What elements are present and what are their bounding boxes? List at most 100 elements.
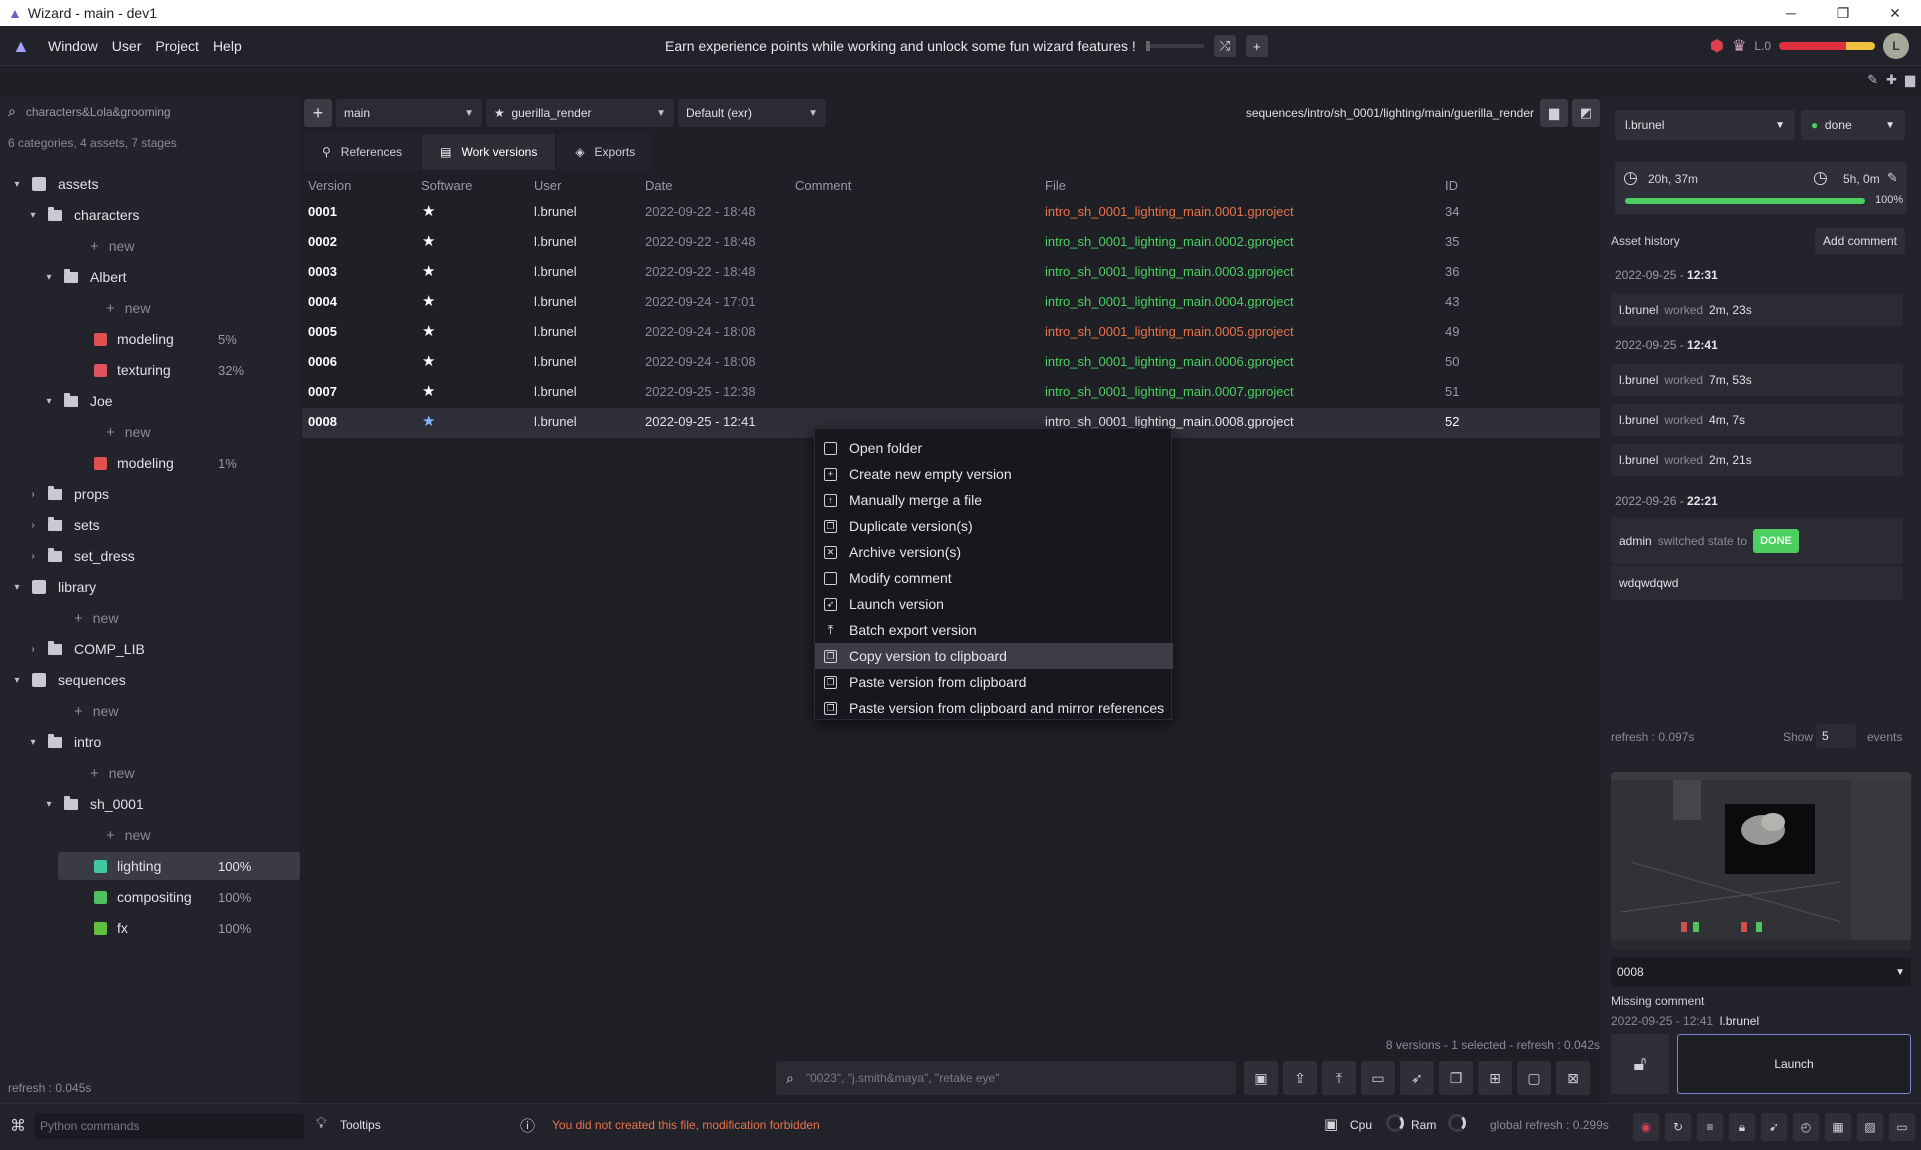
timer-icon[interactable]: ◴	[1793, 1113, 1819, 1141]
assigned-user-select[interactable]: l.brunel ▼	[1615, 110, 1795, 140]
tree-item-new[interactable]: + new	[26, 604, 300, 632]
xp-slider[interactable]	[1145, 41, 1204, 51]
ctx-item-batch-export-version[interactable]: ⤒ Batch export version	[815, 617, 1173, 643]
ctx-item-paste-version-from-clipboard-and-mirror-references[interactable]: ❐ Paste version from clipboard and mirror…	[815, 695, 1173, 721]
image-icon[interactable]: ▨	[1857, 1113, 1883, 1141]
col-id[interactable]: ID	[1445, 178, 1458, 193]
tooltips-toggle[interactable]: Tooltips	[340, 1118, 381, 1132]
ctx-item-open-folder[interactable]: Open folder	[815, 435, 1173, 461]
open-folder-button[interactable]: ▆	[1540, 99, 1568, 127]
menu-project[interactable]: Project	[155, 38, 199, 54]
thumbnail-button[interactable]: ▣	[1244, 1061, 1278, 1095]
batch-export-button[interactable]: ⤒	[1322, 1061, 1356, 1095]
chevron-right-icon[interactable]: ›	[26, 551, 40, 562]
tree-item-sh-0001[interactable]: ▾ sh_0001	[42, 790, 300, 818]
rss-icon[interactable]: ◉	[1633, 1113, 1659, 1141]
tree-item-new[interactable]: + new	[42, 759, 300, 787]
minimize-button[interactable]: ─	[1765, 0, 1817, 26]
table-row[interactable]: 0006 ★ l.brunel 2022-09-24 - 18:08 intro_sh_…	[302, 348, 1600, 378]
chevron-down-icon[interactable]: ▾	[42, 272, 56, 283]
col-file[interactable]: File	[1045, 178, 1066, 193]
tab-references[interactable]: ⚲ References	[304, 134, 421, 170]
tree-item-comp-lib[interactable]: › COMP_LIB	[26, 635, 300, 663]
ctx-item-create-new-empty-version[interactable]: + Create new empty version	[815, 461, 1173, 487]
ctx-item-copy-version-to-clipboard[interactable]: ❐ Copy version to clipboard	[815, 643, 1173, 669]
tab-work-versions[interactable]: ▤ Work versions	[422, 134, 556, 170]
show-count-input[interactable]: 5	[1816, 724, 1856, 748]
table-row[interactable]: 0004 ★ l.brunel 2022-09-24 - 17:01 intro_sh_…	[302, 288, 1600, 318]
chevron-down-icon[interactable]: ▾	[10, 582, 24, 593]
variant-select[interactable]: main ▼	[336, 99, 482, 127]
archive-button[interactable]: ⊠	[1556, 1061, 1590, 1095]
table-row[interactable]: 0005 ★ l.brunel 2022-09-24 - 18:08 intro_sh_…	[302, 318, 1600, 348]
toggle-view-button[interactable]: ◩	[1572, 99, 1600, 127]
refresh-icon[interactable]: ↻	[1665, 1113, 1691, 1141]
col-date[interactable]: Date	[645, 178, 672, 193]
export-format-select[interactable]: Default (exr) ▼	[678, 99, 826, 127]
tree-item-fx[interactable]: fx 100%	[58, 914, 300, 942]
ctx-item-duplicate-version-s[interactable]: ❐ Duplicate version(s)	[815, 513, 1173, 539]
tree-item-new[interactable]: + new	[58, 418, 300, 446]
tree-item-compositing[interactable]: compositing 100%	[58, 883, 300, 911]
tree-item-texturing[interactable]: texturing 32%	[58, 356, 300, 384]
launch-button[interactable]: Launch	[1677, 1034, 1911, 1094]
tree-item-new[interactable]: + new	[26, 697, 300, 725]
lock-button[interactable]: 🔓︎	[1611, 1034, 1669, 1094]
comment-icon[interactable]: ▭	[1889, 1113, 1915, 1141]
table-row[interactable]: 0003 ★ l.brunel 2022-09-22 - 18:48 intro_sh_…	[302, 258, 1600, 288]
table-row[interactable]: 0007 ★ l.brunel 2022-09-25 - 12:38 intro_sh_…	[302, 378, 1600, 408]
tree-item-intro[interactable]: ▾ intro	[26, 728, 300, 756]
menu-window[interactable]: Window	[48, 38, 98, 54]
chevron-right-icon[interactable]: ›	[26, 489, 40, 500]
folder-icon[interactable]: ▆	[1905, 72, 1915, 88]
tree-item-set-dress[interactable]: › set_dress	[26, 542, 300, 570]
calendar-icon[interactable]: ▦	[1825, 1113, 1851, 1141]
merge-button[interactable]: ⇪	[1283, 1061, 1317, 1095]
tree-search[interactable]: ⌕ characters&Lola&grooming	[8, 103, 171, 120]
pen-icon[interactable]: ✎	[1887, 170, 1898, 186]
tree-item-library[interactable]: ▾ library	[10, 573, 300, 601]
ctx-item-manually-merge-a-file[interactable]: ↑ Manually merge a file	[815, 487, 1173, 513]
duplicate-button[interactable]: ❐	[1439, 1061, 1473, 1095]
plus-icon[interactable]: ✚	[1886, 72, 1897, 88]
table-row[interactable]: 0001 ★ l.brunel 2022-09-22 - 18:48 intro_sh_…	[302, 198, 1600, 228]
col-user[interactable]: User	[534, 178, 561, 193]
version-search-input[interactable]: ⌕ "0023", "j.smith&maya", "retake eye"	[776, 1061, 1236, 1095]
tree-item-assets[interactable]: ▾ assets	[10, 170, 300, 198]
maximize-button[interactable]: ❐	[1817, 0, 1869, 26]
state-select[interactable]: ● done ▼	[1801, 110, 1905, 140]
tree-item-new[interactable]: + new	[42, 232, 300, 260]
comment-button[interactable]: ▭	[1361, 1061, 1395, 1095]
ctx-item-archive-version-s[interactable]: ✕ Archive version(s)	[815, 539, 1173, 565]
tree-item-props[interactable]: › props	[26, 480, 300, 508]
chevron-down-icon[interactable]: ▾	[10, 179, 24, 190]
ctx-item-paste-version-from-clipboard[interactable]: ❐ Paste version from clipboard	[815, 669, 1173, 695]
chevron-right-icon[interactable]: ›	[26, 520, 40, 531]
chevron-right-icon[interactable]: ›	[26, 644, 40, 655]
tree-item-sets[interactable]: › sets	[26, 511, 300, 539]
pen-icon[interactable]: ✎	[1867, 72, 1878, 88]
empty-version-button[interactable]: ▢	[1517, 1061, 1551, 1095]
tree-item-new[interactable]: + new	[58, 294, 300, 322]
lock-icon[interactable]: 🔒︎	[1729, 1113, 1755, 1141]
add-variant-button[interactable]: +	[304, 99, 332, 127]
tree-item-modeling[interactable]: modeling 5%	[58, 325, 300, 353]
tree-item-albert[interactable]: ▾ Albert	[42, 263, 300, 291]
runner-icon[interactable]: ➹	[1761, 1113, 1787, 1141]
add-button[interactable]: +	[1245, 35, 1268, 57]
tree-item-lighting[interactable]: lighting 100%	[58, 852, 300, 880]
tree-item-new[interactable]: + new	[58, 821, 300, 849]
chevron-down-icon[interactable]: ▾	[42, 396, 56, 407]
chevron-down-icon[interactable]: ▾	[26, 210, 40, 221]
tree-item-characters[interactable]: ▾ characters	[26, 201, 300, 229]
col-comment[interactable]: Comment	[795, 178, 851, 193]
menu-user[interactable]: User	[112, 38, 142, 54]
col-software[interactable]: Software	[421, 178, 472, 193]
software-select[interactable]: ★ guerilla_render ▼	[486, 99, 674, 127]
launch-rocket-button[interactable]: ➶	[1400, 1061, 1434, 1095]
chevron-down-icon[interactable]: ▾	[10, 675, 24, 686]
python-commands-input[interactable]: Python commands	[34, 1113, 304, 1139]
menu-help[interactable]: Help	[213, 38, 242, 54]
chevron-down-icon[interactable]: ▾	[42, 799, 56, 810]
ctx-item-modify-comment[interactable]: Modify comment	[815, 565, 1173, 591]
